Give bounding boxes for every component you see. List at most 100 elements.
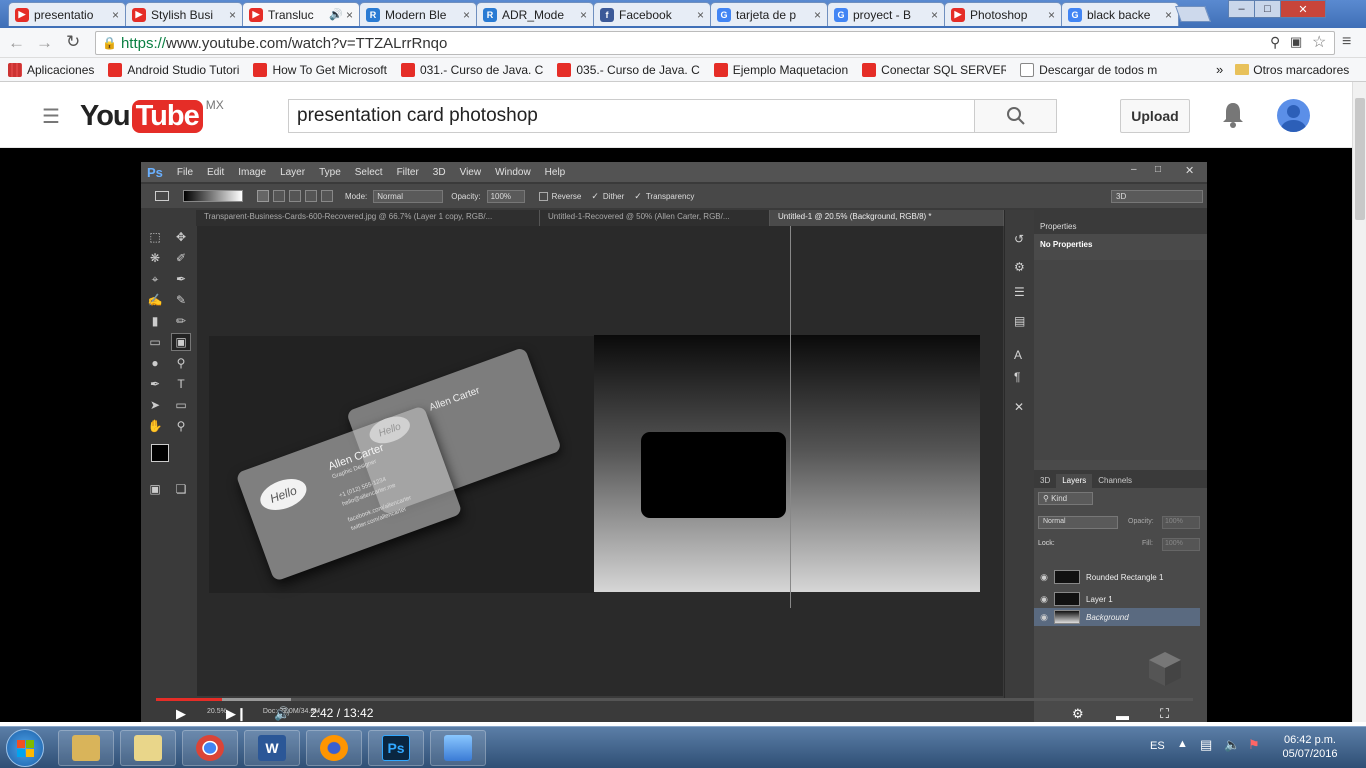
layer-row: ◉ Rounded Rectangle 1 [1034,566,1200,588]
bookmark-item[interactable]: Conectar SQL SERVER [862,62,1006,77]
close-window-button[interactable]: ✕ [1280,0,1326,18]
reverse-checkbox [538,191,548,201]
tab-close-icon[interactable]: × [1048,8,1055,22]
bookmark-item[interactable]: Descargar de todos m [1020,62,1157,77]
browser-tab[interactable]: ▶ presentatio × [8,2,126,26]
video-player[interactable]: Ps File Edit Image Layer Type Select Filter 3D V… [0,148,1352,722]
tab-close-icon[interactable]: × [112,8,119,22]
card-front-hello: Hello [256,473,311,516]
reload-icon[interactable]: ↻ [66,32,80,52]
page-icon [1020,62,1035,77]
layer-thumbnail [1054,592,1080,606]
bookmark-star-icon[interactable]: ☆ [1312,32,1326,52]
browser-tab[interactable]: ▶ Stylish Busi × [125,2,243,26]
properties-tab: Properties [1034,220,1207,234]
chrome-menu-icon[interactable]: ≡ [1342,33,1351,51]
upload-button[interactable]: Upload [1120,99,1190,133]
taskbar-button[interactable] [306,730,362,766]
more-bookmarks-button[interactable]: » [1216,62,1223,77]
show-hidden-icons[interactable]: ▲ [1177,738,1188,750]
tab-label: black backe [1087,7,1151,22]
marquee-tool-icon: ⬚ [149,230,161,244]
taskbar-button[interactable]: W [244,730,300,766]
play-icon[interactable]: ▶ [176,706,186,722]
browser-tab[interactable]: R ADR_Mode × [476,2,594,26]
other-bookmarks[interactable]: Otros marcadores [1253,63,1349,77]
speaker-icon[interactable]: 🔈 [1224,737,1240,753]
fullscreen-icon[interactable]: ⛶ [1160,706,1169,722]
tab-label: Photoshop [970,7,1028,22]
browser-tab[interactable]: f Facebook × [593,2,711,26]
browser-tab[interactable]: ▶ Photoshop × [944,2,1062,26]
guide-menu-icon[interactable]: ☰ [42,104,60,129]
video-progress-bar[interactable] [156,698,1193,701]
quick-mask-icon: ▣ [149,482,161,496]
ps-mode-select: Normal [373,189,444,203]
clock-date: 05/07/2016 [1282,748,1338,760]
forward-icon[interactable]: → [36,33,53,53]
address-bar-row: ← → ↻ 🔒 https://www.youtube.com/watch?v=… [0,28,1366,58]
layer-blend-mode: Normal [1038,516,1118,529]
taskbar-button[interactable] [430,730,486,766]
youtube-icon: ▶ [249,7,263,22]
tab-close-icon[interactable]: × [814,8,821,22]
translate-icon[interactable]: ▣ [1290,34,1302,50]
browser-tab[interactable]: Gtarjeta de p × [710,2,828,26]
bookmark-item[interactable]: Aplicaciones [8,62,94,77]
new-tab-button[interactable] [1175,6,1211,22]
tab-close-icon[interactable]: × [346,8,353,22]
taskbar-button[interactable] [58,730,114,766]
facebook-icon: f [600,7,614,22]
taskbar-button[interactable]: Ps [368,730,424,766]
youtube-logo[interactable]: You Tube MX [80,98,224,134]
taskbar-button[interactable] [120,730,176,766]
maximize-button[interactable]: □ [1254,0,1281,18]
browser-tab[interactable]: Gblack backe × [1061,2,1179,26]
character-panel-icon: A [1014,348,1023,362]
next-icon[interactable]: ▶❙ [226,706,247,722]
tab-close-icon[interactable]: × [580,8,587,22]
url-path: www.youtube.com/watch?v=TTZALrrRnqo [165,34,448,52]
zoom-icon[interactable]: ⚲ [1270,34,1280,51]
bookmark-item[interactable]: How To Get Microsoft [253,62,387,77]
youtube-icon: ▶ [132,7,146,22]
layer-row: ◉ Layer 1 [1034,590,1200,608]
tab-close-icon[interactable]: × [229,8,236,22]
network-icon[interactable]: ▤ [1200,737,1212,753]
ps-menu-item: Filter [396,166,419,178]
page-scrollbar[interactable] [1352,82,1366,722]
url-field[interactable]: 🔒 https://www.youtube.com/watch?v=TTZALr… [95,31,1335,55]
minimize-button[interactable]: – [1228,0,1255,18]
settings-hd-icon[interactable]: ⚙ [1072,706,1084,722]
avatar[interactable] [1277,99,1310,132]
language-indicator[interactable]: ES [1150,740,1165,752]
browser-tab[interactable]: Gproyect - B × [827,2,945,26]
tab-close-icon[interactable]: × [697,8,704,22]
system-clock[interactable]: 06:42 p.m. 05/07/2016 [1270,733,1350,761]
tab-close-icon[interactable]: × [931,8,938,22]
bookmark-item[interactable]: Ejemplo Maquetacion [713,62,848,77]
move-tool-icon: ✥ [175,230,187,244]
tab-close-icon[interactable]: × [463,8,470,22]
tab-close-icon[interactable]: × [1165,8,1172,22]
start-button[interactable] [6,729,44,767]
notifications-bell-icon[interactable] [1221,101,1245,129]
search-button[interactable] [974,99,1057,133]
ps-menu-item: File [176,166,194,178]
search-input[interactable]: presentation card photoshop [288,99,975,133]
browser-tab[interactable]: R Modern Ble × [359,2,477,26]
volume-icon[interactable]: 🔊 [274,706,290,722]
type-tool-icon: T [177,377,185,391]
theater-mode-icon[interactable]: ▬ [1116,708,1129,722]
action-center-icon[interactable]: ⚑ [1248,737,1260,753]
bookmark-item[interactable]: 031.- Curso de Java. C [400,62,543,77]
taskbar-button[interactable] [182,730,238,766]
layer-thumbnail [1054,570,1080,584]
back-icon[interactable]: ← [8,33,25,53]
ps-menu-item: Window [495,166,531,178]
bookmark-item[interactable]: Android Studio Tutori [108,62,239,77]
bookmark-item[interactable]: 035.- Curso de Java. C [557,62,700,77]
layer-opacity-label: Opacity: [1128,518,1154,525]
browser-tab[interactable]: ▶ Transluc 🔊 × [242,2,360,26]
youtube-icon [862,62,877,77]
